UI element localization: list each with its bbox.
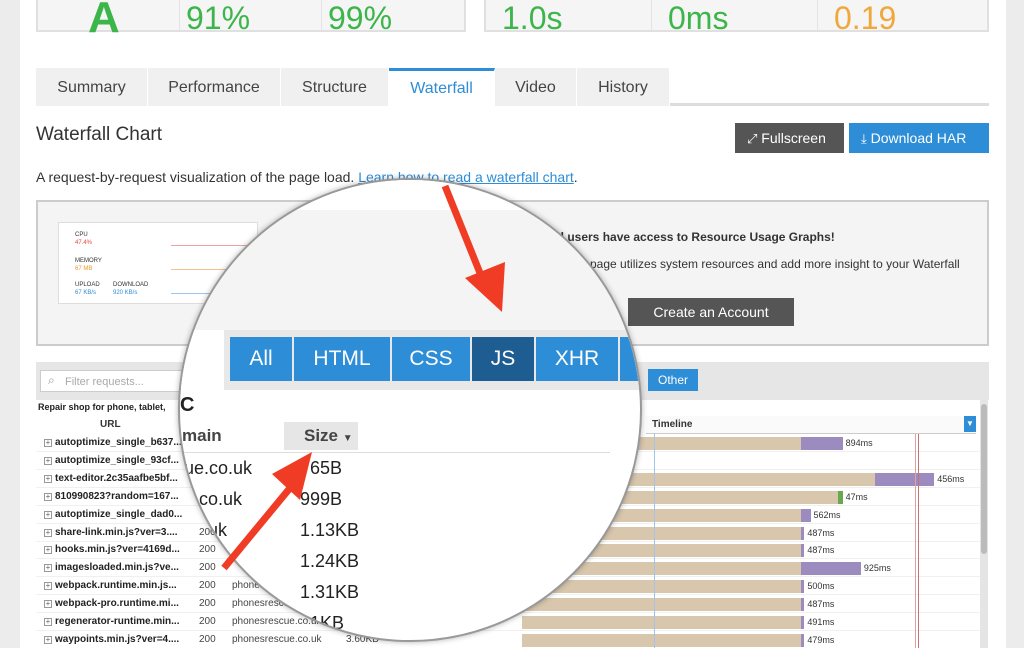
annotation-arrows bbox=[221, 184, 505, 571]
arrow-shaft-to-js bbox=[441, 184, 486, 280]
arrow-head-to-size bbox=[272, 452, 312, 500]
arrow-head-to-js bbox=[465, 262, 505, 312]
page: A 91% 99% 1.0s 0ms 0.19 Summary Performa… bbox=[0, 0, 1024, 648]
arrow-shaft-to-size bbox=[221, 485, 293, 571]
